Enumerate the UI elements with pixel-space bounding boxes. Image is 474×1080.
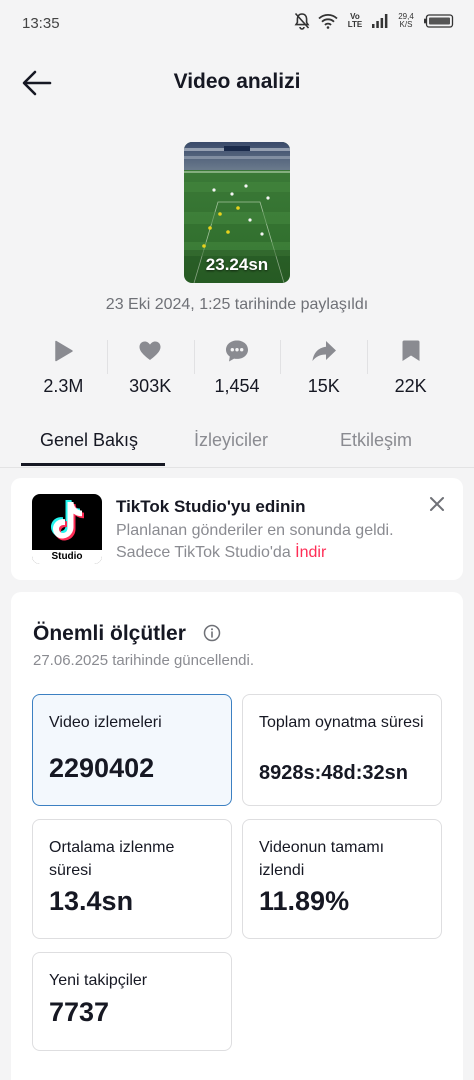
signal-icon <box>372 14 388 28</box>
heart-icon <box>139 341 161 360</box>
stat-value: 15K <box>307 376 340 396</box>
close-icon <box>430 497 444 511</box>
metric-new-followers[interactable]: Yeni takipçiler 7737 <box>32 952 232 1051</box>
metric-value: 8928s:48d:32sn <box>259 762 408 784</box>
promo-title: TikTok Studio'yu edinin <box>116 497 306 516</box>
stat-shares: 15K <box>280 336 367 402</box>
download-link[interactable]: İndir <box>295 544 326 561</box>
tab-indicator <box>21 463 165 466</box>
metric-label: Ortalama izlenme süresi <box>49 839 175 879</box>
stat-saves: 22K <box>367 336 454 402</box>
metrics-updated: 27.06.2025 tarihinde güncellendi. <box>33 652 255 669</box>
stat-value: 303K <box>129 376 172 396</box>
stat-views: 2.3M <box>20 336 107 402</box>
metric-video-views[interactable]: Video izlemeleri 2290402 <box>32 694 232 806</box>
play-icon <box>55 340 74 362</box>
network-speed: 29,4 K/S <box>396 13 416 29</box>
studio-promo-card[interactable]: Studio TikTok Studio'yu edinin Planlanan… <box>11 478 463 580</box>
header: Video analizi <box>0 58 474 108</box>
stat-value: 1,454 <box>214 376 260 396</box>
bookmark-icon <box>402 340 420 361</box>
stat-value: 2.3M <box>43 376 84 396</box>
tab-engagement[interactable]: Etkileşim <box>340 430 412 451</box>
tab-bar: Genel Bakış İzleyiciler Etkileşim <box>0 416 474 468</box>
stat-comments: 1,454 <box>193 336 281 402</box>
studio-logo-label: Studio <box>32 550 102 564</box>
promo-description-text: Planlanan gönderiler en sonunda geldi. S… <box>116 522 394 561</box>
wifi-icon <box>318 14 338 29</box>
mute-bell-icon <box>294 12 310 30</box>
metric-value: 2290402 <box>49 753 155 783</box>
stat-likes: 303K <box>106 336 194 402</box>
metric-average-watch-time[interactable]: Ortalama izlenme süresi 13.4sn <box>32 819 232 939</box>
metric-value: 11.89% <box>259 886 350 916</box>
key-metrics-card: Önemli ölçütler 27.06.2025 tarihinde gün… <box>11 592 463 1080</box>
info-icon[interactable] <box>203 624 221 642</box>
metric-total-play-time[interactable]: Toplam oynatma süresi 8928s:48d:32sn <box>242 694 442 806</box>
speed-unit: K/S <box>399 20 413 29</box>
metrics-title: Önemli ölçütler <box>33 622 186 645</box>
metric-label: Toplam oynatma süresi <box>259 714 424 731</box>
metric-full-video-watched[interactable]: Videonun tamamı izlendi 11.89% <box>242 819 442 939</box>
video-duration: 23.24sn <box>205 255 269 274</box>
stats-row: 2.3M 303K 1,454 15K 22K <box>20 336 454 402</box>
battery-icon <box>424 14 454 28</box>
status-time: 13:35 <box>22 15 60 32</box>
close-button[interactable] <box>427 494 447 514</box>
metric-label: Yeni takipçiler <box>49 972 148 989</box>
status-bar: 13:35 Vo LTE 29,4 K/S <box>0 0 474 48</box>
tab-overview[interactable]: Genel Bakış <box>40 430 138 451</box>
tiktok-studio-logo: Studio <box>32 494 102 564</box>
comment-icon <box>225 340 248 362</box>
tab-viewers[interactable]: İzleyiciler <box>194 430 268 451</box>
share-icon <box>312 341 336 361</box>
stat-value: 22K <box>394 376 427 396</box>
tiktok-note-icon <box>51 500 84 541</box>
metric-label: Video izlemeleri <box>49 714 162 731</box>
status-icons: Vo LTE 29,4 K/S <box>294 12 454 30</box>
network-type: Vo LTE <box>346 13 364 29</box>
video-thumbnail[interactable]: 23.24sn <box>184 142 290 283</box>
network-label: Vo LTE <box>347 12 363 29</box>
metric-label: Videonun tamamı izlendi <box>259 839 385 879</box>
promo-description: Planlanan gönderiler en sonunda geldi. S… <box>116 520 416 564</box>
metric-value: 7737 <box>49 997 110 1027</box>
page-title: Video analizi <box>173 70 301 93</box>
posted-date: 23 Eki 2024, 1:25 tarihinde paylaşıldı <box>105 296 369 313</box>
metric-value: 13.4sn <box>49 886 134 916</box>
